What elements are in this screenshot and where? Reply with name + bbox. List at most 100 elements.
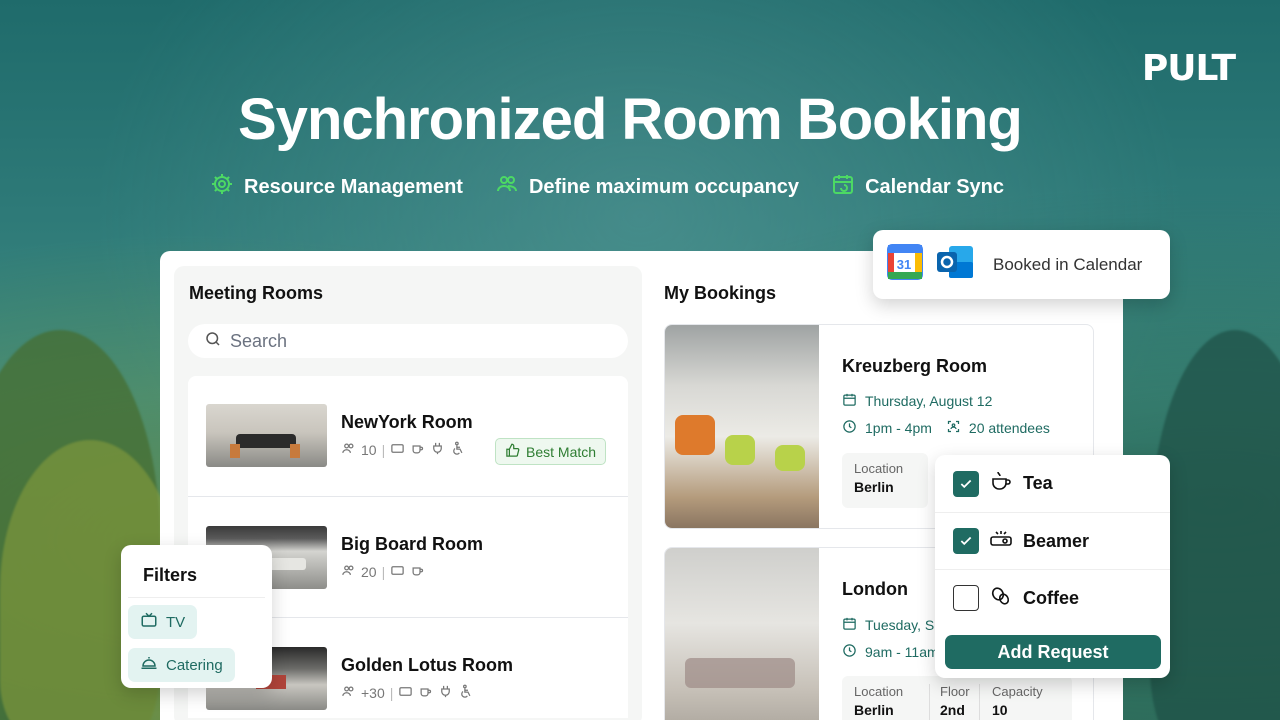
booked-in-calendar-popup: 31 Booked in Calendar [873,230,1170,299]
booking-attendees: 20 attendees [968,420,1050,436]
room-capacity: 20 [361,564,377,580]
feature-label: Define maximum occupancy [528,175,800,198]
feature-calendar-sync: Calendar Sync [831,172,1004,202]
room-amenities: 10 | [341,441,473,459]
coffee-bean-icon [989,584,1013,613]
request-popup: Tea Beamer Coffee Add Request [935,455,1170,678]
feature-resource-management: Resource Management [210,172,463,202]
location-cell: Location Berlin [854,684,929,720]
tv-icon [390,563,405,581]
cup-icon [418,684,433,702]
best-match-badge: Best Match [495,438,607,465]
info-value: Berlin [854,702,894,718]
tv-icon [398,684,413,702]
filters-title: Filters [143,565,198,585]
accessibility-icon [458,684,473,702]
request-item-label: Tea [1023,473,1053,493]
plug-icon [438,684,453,702]
thumbs-up-icon [505,443,520,461]
booking-time: 1pm - 4pm 20 attendees [842,419,1050,437]
beamer-checkbox[interactable] [953,528,979,554]
gear-icon [210,172,234,202]
room-thumbnail [206,404,327,467]
booking-time: 9am - 11am [842,643,939,661]
capacity-cell: Capacity 10 [979,684,1043,720]
info-label: Location [854,684,904,699]
outlook-icon [935,244,975,285]
room-amenities: +30 | [341,684,513,702]
info-value: Berlin [854,479,894,495]
filters-popup: Filters TV Catering [121,545,272,688]
feature-occupancy: Define maximum occupancy [495,172,799,202]
meeting-rooms-title: Meeting Rooms [189,283,324,303]
filter-chip-label: TV [166,613,186,631]
tea-checkbox[interactable] [953,470,979,497]
booking-details-box: Location Berlin Floor 2nd Capacity 10 [842,676,1072,720]
filter-chip-catering[interactable]: Catering [128,648,235,682]
booking-image [665,548,819,720]
booking-date-text: Thursday, August 12 [865,393,993,409]
coffee-checkbox[interactable] [953,585,979,611]
filter-chip-tv[interactable]: TV [128,605,198,639]
room-name: NewYork Room [341,412,473,432]
pult-logo: PULT [1141,48,1236,89]
room-capacity: 10 [361,442,377,458]
booked-in-calendar-label: Booked in Calendar [993,254,1143,274]
room-item-newyork[interactable]: NewYork Room 10 | [206,404,473,467]
info-label: Floor [940,684,970,699]
calendar-sync-icon [831,172,855,202]
calendar-icon [842,616,857,634]
booking-time-text: 1pm - 4pm [865,420,932,436]
info-label: Capacity [992,684,1043,699]
booking-date-text: Tuesday, S [865,617,935,633]
search-icon [204,330,222,353]
users-icon [341,441,356,459]
info-value: 2nd [940,702,965,718]
google-calendar-day: 31 [897,257,911,272]
attendees-icon [946,419,961,437]
search-input[interactable]: Search [188,324,628,358]
request-item-beamer[interactable]: Beamer [935,512,1170,569]
request-item-label: Beamer [1023,530,1090,551]
feature-label: Resource Management [244,175,463,198]
room-capacity: +30 [361,685,385,701]
room-amenities: 20 | [341,563,483,581]
request-item-tea[interactable]: Tea [935,455,1170,512]
divider [128,597,265,598]
accessibility-icon [450,441,465,459]
search-placeholder: Search [230,330,288,351]
room-name: Big Board Room [341,534,483,554]
room-name: Golden Lotus Room [341,655,513,675]
page-title: Synchronized Room Booking [238,87,1023,152]
users-icon [495,172,519,202]
feature-label: Calendar Sync [865,175,1005,198]
users-icon [341,563,356,581]
booking-name: Kreuzberg Room [842,356,988,376]
cup-icon [410,563,425,581]
google-calendar-icon: 31 [887,244,923,285]
projector-icon [989,527,1013,556]
tv-icon [390,441,405,459]
booking-image [665,325,819,528]
my-bookings-title: My Bookings [664,283,777,303]
add-request-button[interactable]: Add Request [945,635,1161,669]
tea-icon [989,469,1013,498]
floor-cell: Floor 2nd [929,684,979,720]
calendar-icon [842,392,857,410]
tv-icon [140,611,158,633]
feature-list: Resource Management Define maximum occup… [210,172,1004,202]
clock-icon [842,419,857,437]
divider [188,496,628,497]
booking-date: Tuesday, S [842,616,934,634]
info-value: 10 [992,702,1008,718]
users-icon [341,684,356,702]
catering-icon [140,654,158,676]
request-item-label: Coffee [1023,587,1080,608]
info-label: Location [854,461,904,476]
clock-icon [842,643,857,661]
request-item-coffee[interactable]: Coffee [935,569,1170,626]
booking-date: Thursday, August 12 [842,392,992,410]
cup-icon [410,441,425,459]
location-box: Location Berlin [842,453,928,508]
filter-chip-label: Catering [166,656,223,674]
